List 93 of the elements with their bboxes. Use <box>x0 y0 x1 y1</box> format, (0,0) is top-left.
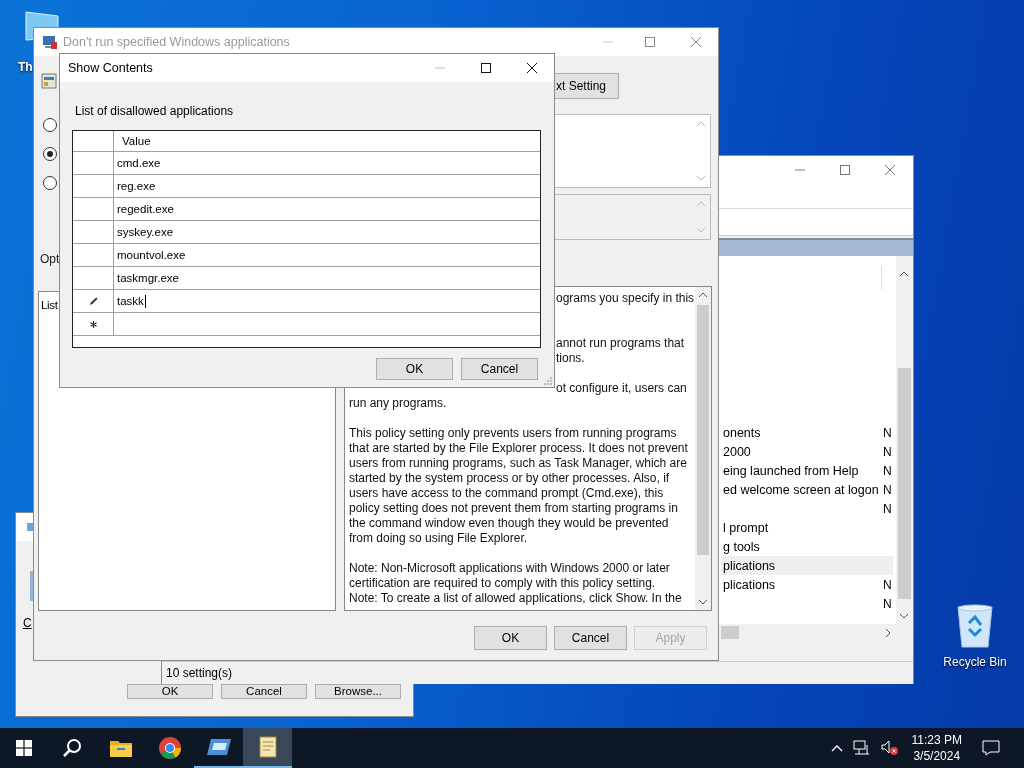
help-text-line: This policy setting only prevents users from running programs <box>349 426 678 441</box>
setting-name: ed welcome screen at logon <box>722 482 880 497</box>
pencil-icon <box>88 296 98 306</box>
volume-muted-icon[interactable] <box>880 740 899 756</box>
setting-name: onents <box>722 425 762 440</box>
field-label: C <box>23 616 32 630</box>
option-label: List <box>41 299 58 311</box>
clock[interactable]: 11:23 PM 3/5/2024 <box>911 732 962 764</box>
table-cell[interactable]: taskmgr.exe <box>114 267 540 289</box>
scrollbar[interactable] <box>695 287 711 610</box>
close-icon[interactable] <box>526 62 538 74</box>
help-text-line: that are started by the File Explorer process. It does not prevent <box>349 441 689 456</box>
resize-grip-icon[interactable] <box>542 375 552 385</box>
setting-name: plications <box>722 577 777 592</box>
setting-state: N <box>883 596 893 611</box>
scroll-down-icon[interactable] <box>899 613 909 619</box>
list-row[interactable]: eing launched from Help N <box>721 461 893 480</box>
help-text-line: tions. <box>555 351 586 366</box>
scroll-up-icon[interactable] <box>899 271 909 277</box>
setting-state: N <box>883 577 893 592</box>
help-text-line: Note: Non-Microsoft applications with Windows 2000 or later <box>349 561 671 576</box>
dialog-button[interactable]: Cancel <box>461 358 538 380</box>
window-title: Don't run specified Windows applications <box>63 35 290 49</box>
dialog-button[interactable]: Cancel <box>221 684 307 699</box>
list-row[interactable]: ed welcome screen at logon N <box>721 480 893 499</box>
list-row[interactable]: N <box>721 499 893 518</box>
setting-state: N <box>883 425 893 440</box>
dialog-button[interactable]: OK <box>127 684 213 699</box>
status-text: 10 setting(s) <box>166 666 233 680</box>
table-cell[interactable]: syskey.exe <box>114 221 540 243</box>
table-cell[interactable]: cmd.exe <box>114 152 540 174</box>
help-text-line: ot configure it, users can <box>555 381 688 396</box>
setting-state: N <box>883 463 893 478</box>
desktop-icon-label[interactable]: Th <box>18 60 33 74</box>
section-label: Opt <box>40 252 60 266</box>
window-title: Show Contents <box>68 61 153 75</box>
dialog-button[interactable]: OK <box>376 358 453 380</box>
clock-time: 11:23 PM <box>911 732 962 748</box>
maximize-icon[interactable] <box>480 62 492 74</box>
scroll-right-icon[interactable] <box>885 628 891 638</box>
help-text-line: started by the system process or by other processes. Also, if <box>349 471 671 486</box>
search-icon <box>62 738 82 758</box>
folder-icon <box>108 738 133 758</box>
windows-logo-icon <box>16 740 32 756</box>
scroll-icon <box>256 735 279 759</box>
window-icon <box>205 737 232 757</box>
column-header[interactable]: Value <box>114 131 540 151</box>
help-text-line: run any programs. <box>349 396 448 411</box>
scroll-down-icon[interactable] <box>698 599 708 605</box>
help-text-line: policy setting does not prevent them from starting programs in <box>349 501 679 516</box>
asterisk-icon <box>89 320 97 328</box>
settings-icon <box>41 73 57 89</box>
setting-state: N <box>883 482 893 497</box>
list-label: List of disallowed applications <box>75 104 234 118</box>
help-text-line: Note: To create a list of allowed applications, click Show. In the <box>349 591 683 606</box>
notification-icon[interactable] <box>982 740 1000 756</box>
list-row[interactable]: onents N <box>721 423 893 442</box>
dialog-button[interactable]: Cancel <box>554 626 627 650</box>
dialog-button[interactable]: Browse... <box>315 684 401 699</box>
table-cell[interactable]: mountvol.exe <box>114 244 540 266</box>
computer-icon <box>42 34 58 50</box>
desktop-icon-label[interactable]: Recycle Bin <box>943 655 1007 669</box>
help-text-line: from doing so using File Explorer. <box>349 531 529 546</box>
setting-name: 2000 <box>722 444 752 459</box>
dialog-button[interactable]: OK <box>474 626 547 650</box>
list-row[interactable]: plications <box>721 556 893 575</box>
scroll-up-icon[interactable] <box>698 292 708 298</box>
clock-date: 3/5/2024 <box>913 748 961 764</box>
table-cell[interactable]: regedit.exe <box>114 198 540 220</box>
radio-button[interactable] <box>43 147 57 161</box>
radio-button[interactable] <box>43 118 57 132</box>
list-row[interactable]: l prompt <box>721 518 893 537</box>
scrollbar-thumb[interactable] <box>721 626 739 639</box>
list-row[interactable]: 2000 N <box>721 442 893 461</box>
help-text-line: users have access to the command prompt (Cmd.exe), this <box>349 486 665 501</box>
help-text-line: annot run programs that <box>555 336 686 351</box>
help-text-line: users from running programs, such as Task Manager, which are <box>349 456 688 471</box>
recycle-bin-icon[interactable] <box>955 603 995 649</box>
list-row[interactable]: N <box>721 594 893 613</box>
chevron-up-icon[interactable] <box>830 744 843 752</box>
list-row[interactable]: g tools <box>721 537 893 556</box>
cell-input-field[interactable]: taskk <box>114 290 540 312</box>
setting-state: N <box>883 444 893 459</box>
browser-icon <box>157 736 182 760</box>
help-text-line: certification are required to comply with this policy setting. <box>349 576 657 591</box>
list-row[interactable]: plications N <box>721 575 893 594</box>
setting-name: eing launched from Help <box>722 463 860 478</box>
setting-state: N <box>883 501 893 516</box>
help-text-line: the command window even though they would be prevented <box>349 516 670 531</box>
network-icon[interactable] <box>852 740 871 756</box>
taskbar-app-button[interactable] <box>243 728 292 768</box>
radio-button[interactable] <box>43 176 57 190</box>
table-cell[interactable]: reg.exe <box>114 175 540 197</box>
